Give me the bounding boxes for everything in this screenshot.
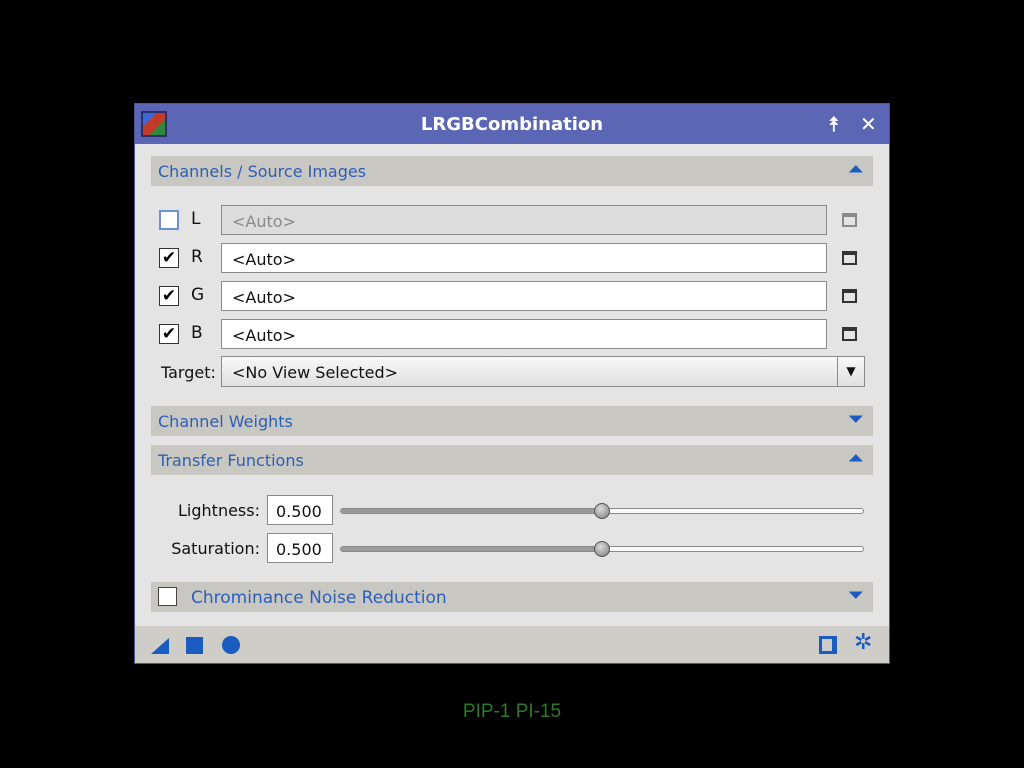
target-view-select[interactable]: <No View Selected> ▼ <box>221 356 865 387</box>
section-channels[interactable]: Channels / Source Images ⏶ <box>151 156 873 186</box>
collapse-icon[interactable]: ⏶ <box>849 159 863 181</box>
lightness-label: Lightness: <box>178 501 260 520</box>
channel-b-field[interactable]: <Auto> <box>221 319 827 349</box>
channel-b-checkbox[interactable]: ✔ <box>159 324 179 344</box>
channel-g-checkbox[interactable]: ✔ <box>159 286 179 306</box>
documentation-icon[interactable] <box>819 636 837 654</box>
target-label: Target: <box>161 363 216 382</box>
reset-icon[interactable]: ✲ <box>854 632 878 654</box>
title-bar[interactable]: LRGBCombination ⯭ ✕ <box>135 104 889 144</box>
expand-icon[interactable]: ⏷ <box>849 585 863 607</box>
section-chrominance-noise-reduction[interactable]: Chrominance Noise Reduction ⏷ <box>151 582 873 612</box>
section-weights-label: Channel Weights <box>158 412 293 431</box>
target-value: <No View Selected> <box>232 363 399 382</box>
select-view-icon[interactable] <box>842 289 857 303</box>
lightness-slider[interactable] <box>340 503 864 519</box>
select-view-icon[interactable] <box>842 213 857 227</box>
channel-r-label: R <box>191 247 203 267</box>
channel-row-r: ✔ R <Auto> <box>159 243 869 273</box>
channel-row-b: ✔ B <Auto> <box>159 319 869 349</box>
channel-row-l: L <Auto> <box>159 205 869 235</box>
apply-icon[interactable] <box>186 637 203 654</box>
channel-row-g: ✔ G <Auto> <box>159 281 869 311</box>
collapse-icon[interactable]: ⏶ <box>849 448 863 470</box>
channel-r-checkbox[interactable]: ✔ <box>159 248 179 268</box>
dropdown-arrow-icon[interactable]: ▼ <box>837 357 864 386</box>
channel-l-label: L <box>191 209 201 229</box>
section-chrominance-label: Chrominance Noise Reduction <box>191 588 447 608</box>
select-view-icon[interactable] <box>842 327 857 341</box>
process-control-bar: ✲ <box>135 626 889 663</box>
lightness-input[interactable]: 0.500 <box>267 495 333 525</box>
channel-g-label: G <box>191 285 205 305</box>
saturation-label: Saturation: <box>171 539 260 558</box>
lightness-slider-fill <box>341 509 602 513</box>
lightness-slider-handle[interactable] <box>594 503 610 519</box>
section-transfer-label: Transfer Functions <box>158 451 304 470</box>
channel-l-checkbox[interactable] <box>159 210 179 230</box>
expand-icon[interactable]: ⏷ <box>849 409 863 431</box>
saturation-slider[interactable] <box>340 541 864 557</box>
new-instance-icon[interactable] <box>151 638 169 654</box>
section-transfer-functions[interactable]: Transfer Functions ⏶ <box>151 445 873 475</box>
saturation-slider-handle[interactable] <box>594 541 610 557</box>
saturation-slider-fill <box>341 547 602 551</box>
saturation-input[interactable]: 0.500 <box>267 533 333 563</box>
channel-l-field[interactable]: <Auto> <box>221 205 827 235</box>
channel-r-field[interactable]: <Auto> <box>221 243 827 273</box>
channel-g-field[interactable]: <Auto> <box>221 281 827 311</box>
window-title: LRGBCombination <box>420 114 604 135</box>
chrominance-enable-checkbox[interactable] <box>158 587 177 606</box>
section-channel-weights[interactable]: Channel Weights ⏷ <box>151 406 873 436</box>
close-icon[interactable]: ✕ <box>860 112 877 136</box>
apply-global-icon[interactable] <box>222 636 240 654</box>
select-view-icon[interactable] <box>842 251 857 265</box>
lrgb-combination-window: LRGBCombination ⯭ ✕ Channels / Source Im… <box>134 103 890 664</box>
shade-icon[interactable]: ⯭ <box>828 112 840 136</box>
caption-label: PIP-1 PI-15 <box>462 701 562 722</box>
section-channels-label: Channels / Source Images <box>158 162 367 181</box>
channel-b-label: B <box>191 323 203 343</box>
